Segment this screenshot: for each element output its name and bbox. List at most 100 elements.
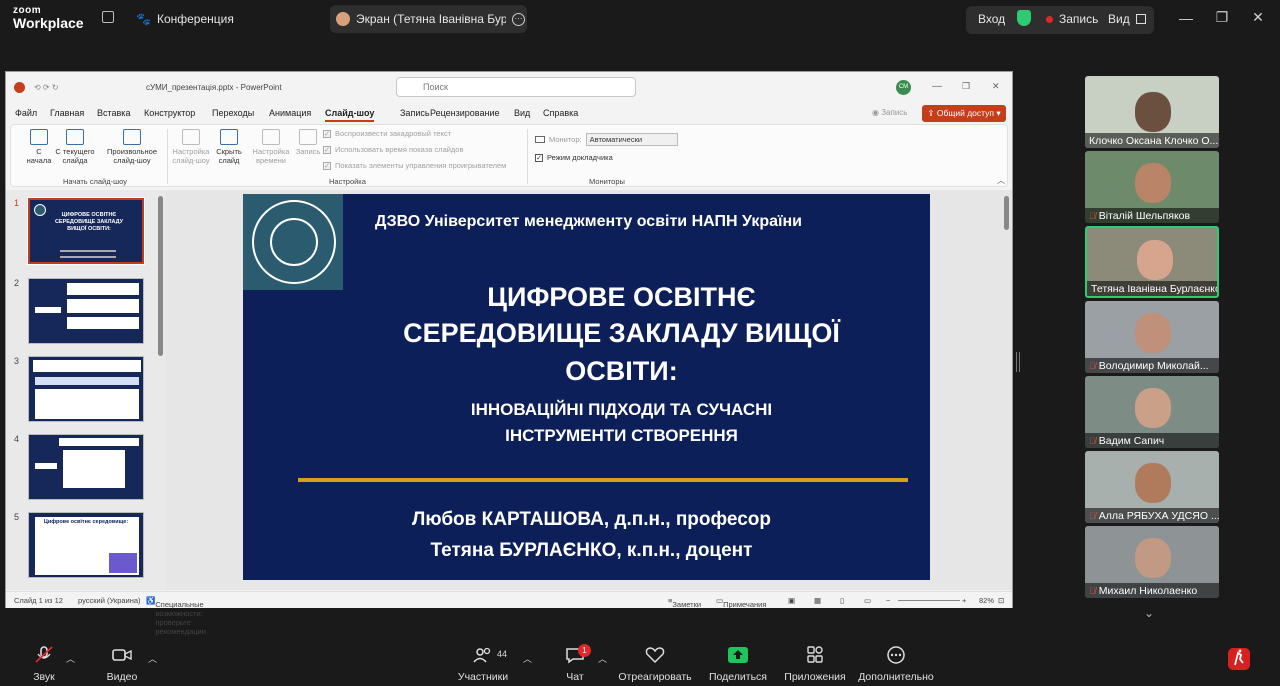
record-indicator[interactable]: Запись [1046, 12, 1098, 26]
thumbnail-scrollbar[interactable] [158, 196, 163, 356]
more-button[interactable]: Дополнительно [858, 646, 934, 683]
minimize-icon[interactable]: — [1176, 10, 1196, 26]
reading-view-icon[interactable]: ▯ [840, 596, 844, 605]
notes-button[interactable]: ≡ Заметки [668, 596, 701, 609]
participants-label: Участники [457, 671, 509, 683]
shield-icon[interactable] [1017, 10, 1031, 26]
leave-button[interactable] [1226, 646, 1252, 677]
video-button[interactable]: Видео [104, 646, 140, 683]
zoom-slider[interactable] [898, 600, 960, 601]
setup-slideshow-button[interactable]: Настройка слайд-шоу [171, 129, 211, 165]
timings-checkbox[interactable]: ✓ Использовать время показа слайдов [323, 145, 463, 154]
ppt-restore-icon[interactable]: ❐ [962, 81, 970, 92]
ppt-close-icon[interactable]: ✕ [992, 81, 1000, 92]
screen-share-pill[interactable]: Экран (Тетяна Іванівна Бурлаєн ··· [330, 5, 527, 33]
slideshow-view-icon[interactable]: ▭ [864, 596, 871, 605]
menu-animations[interactable]: Анимация [269, 108, 311, 118]
user-avatar[interactable]: CM [896, 80, 911, 95]
chat-options-caret[interactable]: ︿ [598, 652, 607, 665]
participant-tile[interactable]: 🎙̸ Володимир Миколай... [1085, 301, 1219, 373]
checkbox-icon: ✓ [535, 153, 543, 162]
menu-insert[interactable]: Вставка [97, 108, 130, 118]
menu-design[interactable]: Конструктор [144, 108, 195, 118]
fit-slide-icon[interactable]: ⊡ [998, 596, 1004, 605]
zoom-out-icon[interactable]: − [886, 596, 890, 605]
controls-checkbox[interactable]: ✓ Показать элементы управления проигрыват… [323, 161, 506, 170]
collapse-ribbon-icon[interactable]: ︿ [997, 175, 1005, 186]
participant-tile[interactable]: 🎙̸ Михаил Николаенко [1085, 526, 1219, 598]
menu-file[interactable]: Файл [15, 108, 37, 118]
app-name: PowerPoint [240, 83, 282, 92]
normal-view-icon[interactable]: ▣ [788, 596, 795, 605]
audio-options-caret[interactable]: ︿ [66, 652, 75, 665]
menu-review[interactable]: Рецензирование [430, 108, 500, 118]
slide-number: 3 [14, 356, 20, 366]
participant-name-text: Віталій Шельпяков [1098, 209, 1191, 222]
record-slideshow-label: Запись [295, 147, 321, 156]
ppt-record-button[interactable]: ◉ Запись [872, 108, 907, 117]
react-button[interactable]: Отреагировать [618, 646, 692, 683]
zoom-in-icon[interactable]: + [962, 596, 966, 605]
participant-tile[interactable]: 🎙̸ Алла РЯБУХА УДСЯО ... [1085, 451, 1219, 523]
video-options-caret[interactable]: ︿ [148, 652, 157, 665]
view-button[interactable]: Вид [1108, 12, 1146, 26]
participant-video [1137, 240, 1173, 280]
share-screen-button[interactable]: Поделиться [708, 646, 768, 683]
participant-tile-active[interactable]: Тетяна Іванівна Бурлаєнко [1085, 226, 1219, 298]
slide-number: 1 [14, 198, 20, 208]
thumb-box [35, 463, 57, 469]
maximize-icon[interactable]: ❐ [1212, 9, 1232, 26]
logo-book-icon [270, 218, 318, 266]
more-icon[interactable]: ··· [512, 12, 525, 26]
menu-transitions[interactable]: Переходы [212, 108, 254, 118]
presenter-view-checkbox[interactable]: ✓ Режим докладчика [535, 153, 613, 162]
share-button[interactable]: ⇪ Общий доступ ▾ [922, 105, 1006, 122]
language[interactable]: русский (Украина) [78, 596, 141, 605]
hide-slide-button[interactable]: Скрыть слайд [213, 129, 245, 165]
slide-thumbnail-2[interactable] [28, 278, 144, 344]
narration-checkbox[interactable]: ✓ Воспроизвести закадровый текст [323, 129, 451, 138]
menu-help[interactable]: Справка [543, 108, 578, 118]
meeting-info-button[interactable]: 🐾 Конференция [136, 12, 234, 26]
apps-button[interactable]: Приложения [783, 646, 847, 683]
audio-button[interactable]: Звук [28, 646, 60, 683]
autosave-icon[interactable]: ⟲ ⟳ ↻ [34, 83, 59, 92]
panel-resize-handle[interactable] [1016, 352, 1020, 372]
grid-icon[interactable] [102, 11, 114, 23]
accessibility-label: Специальные возможности: проверьте реком… [155, 600, 206, 636]
participants-options-caret[interactable]: ︿ [523, 652, 532, 665]
record-slideshow-button[interactable]: Запись [293, 129, 323, 157]
rehearse-label: Настройка времени [252, 147, 290, 165]
menu-view[interactable]: Вид [514, 108, 530, 118]
participants-scroll-down-icon[interactable]: ⌄ [1144, 606, 1154, 620]
participant-tile[interactable]: Клочко Оксана Клочко О... [1085, 76, 1219, 148]
slide-thumbnail-5[interactable]: Цифрове освітнє середовище: [28, 512, 144, 578]
menu-record[interactable]: Запись [400, 108, 430, 118]
slide-thumbnail-1[interactable]: ЦИФРОВЕ ОСВІТНЄ СЕРЕДОВИЩЕ ЗАКЛАДУ ВИЩОЇ… [27, 197, 145, 265]
menu-home[interactable]: Главная [50, 108, 84, 118]
checkbox-icon: ✓ [323, 129, 331, 138]
sorter-view-icon[interactable]: ▦ [814, 596, 821, 605]
slide-divider-line [298, 478, 908, 482]
accessibility-status[interactable]: ♿ Специальные возможности: проверьте рек… [146, 596, 206, 636]
thumb-box [59, 438, 139, 446]
participant-tile[interactable]: 🎙̸ Вадим Сапич [1085, 376, 1219, 448]
rehearse-timings-button[interactable]: Настройка времени [249, 129, 293, 165]
slide-thumbnail-3[interactable] [28, 356, 144, 422]
search-input[interactable]: Поиск [396, 77, 636, 97]
thumb-image [109, 553, 137, 573]
close-icon[interactable]: ✕ [1248, 9, 1268, 26]
slide-thumbnail-4[interactable] [28, 434, 144, 500]
monitor-select[interactable]: Автоматически [585, 133, 678, 146]
signin-button[interactable]: Вход [978, 12, 1005, 26]
from-current-slide-button[interactable]: С текущего слайда [53, 129, 97, 165]
slide-author2: Тетяна БУРЛАЄНКО, к.п.н., доцент [430, 540, 753, 561]
slide-scrollbar[interactable] [1004, 196, 1009, 230]
comments-button[interactable]: ▭ Примечания [716, 596, 766, 609]
custom-show-icon [123, 129, 141, 145]
ppt-minimize-icon[interactable]: — [932, 81, 942, 92]
menu-slideshow[interactable]: Слайд-шоу [325, 108, 375, 122]
participant-tile[interactable]: 🎙̸ Віталій Шельпяков [1085, 151, 1219, 223]
custom-slideshow-button[interactable]: Произвольное слайд-шоу [101, 129, 163, 165]
thumb-line [60, 256, 116, 258]
